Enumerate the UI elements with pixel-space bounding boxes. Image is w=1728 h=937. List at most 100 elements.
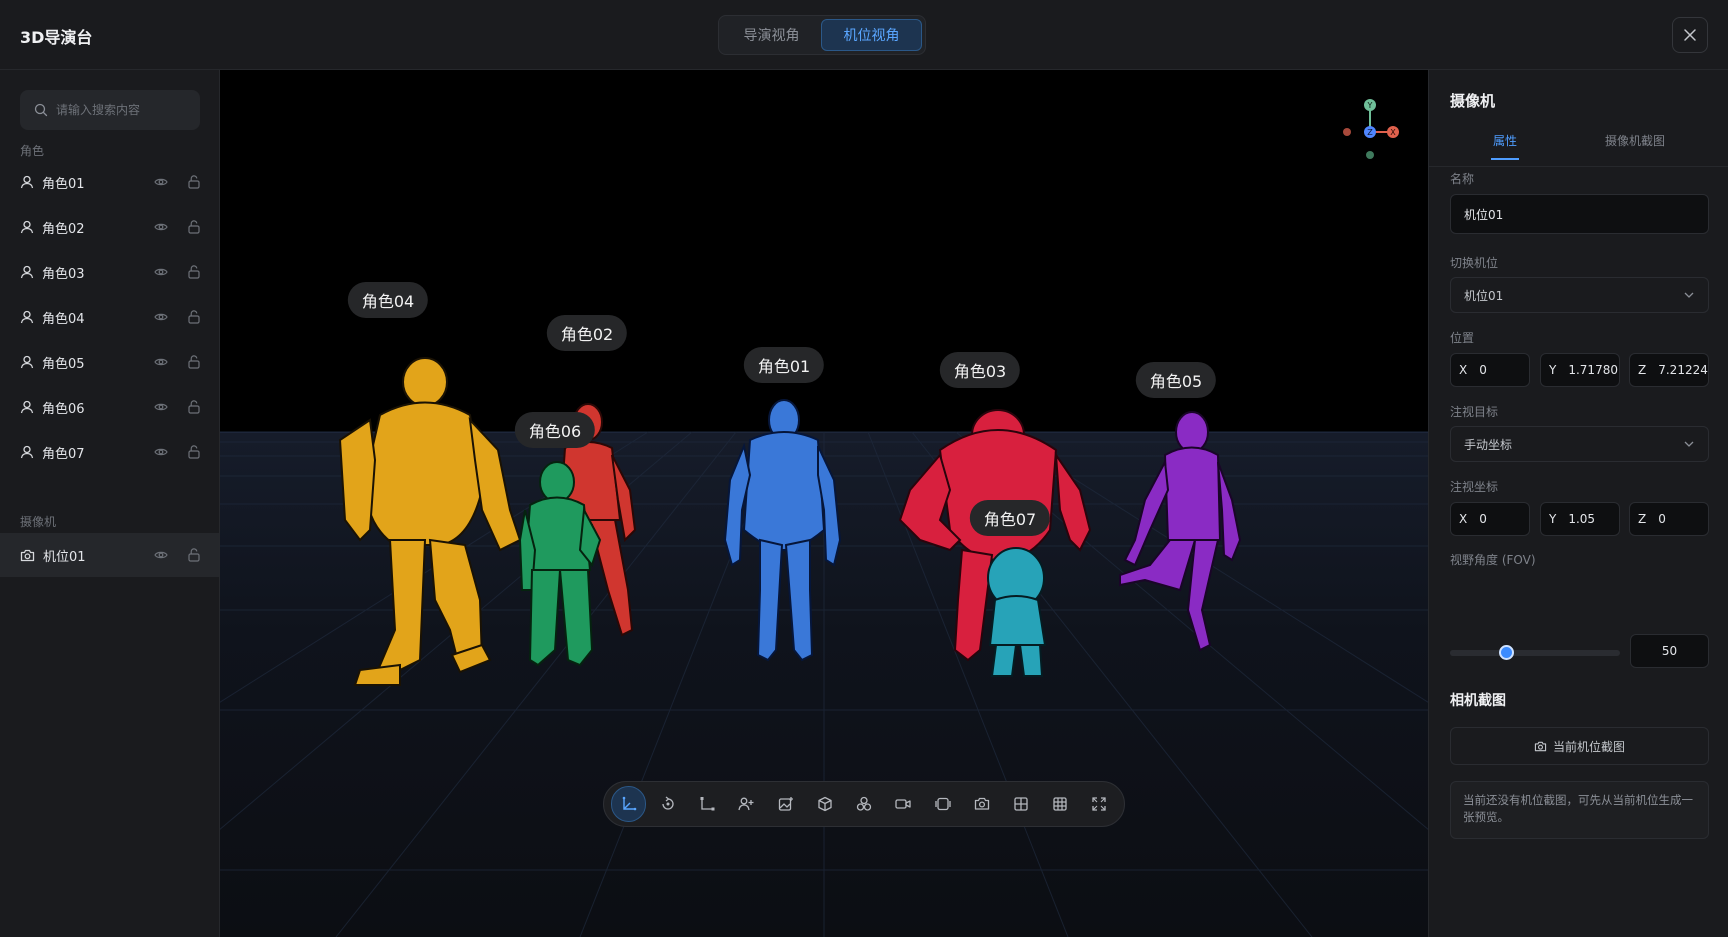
role-item-01[interactable]: 角色01 [0, 160, 219, 204]
role-label: 角色01 [42, 176, 85, 192]
switch-camera-select[interactable]: 机位01 [1450, 277, 1709, 313]
capture-snapshot-button[interactable]: 当前机位截图 [1450, 727, 1709, 765]
lock-toggle[interactable] [186, 174, 202, 190]
tool-move[interactable] [611, 786, 647, 822]
camera-item-01[interactable]: 机位01 [0, 533, 219, 577]
rotate-icon [662, 796, 674, 810]
person-icon [20, 445, 34, 459]
tab-divider [1429, 166, 1728, 167]
fov-slider-thumb[interactable] [1499, 645, 1515, 660]
name-label: 名称 [1450, 172, 1475, 186]
role-item-05[interactable]: 角色05 [0, 340, 219, 384]
top-bar: 3D导演台 导演视角 机位视角 [0, 0, 1728, 70]
position-y-field[interactable]: Y 1.71780 [1540, 353, 1620, 387]
tool-layout-grid[interactable] [1043, 786, 1078, 822]
position-x-field[interactable]: X0 [1450, 353, 1530, 387]
tool-add-image[interactable] [768, 786, 803, 822]
visibility-toggle[interactable] [153, 219, 169, 235]
fov-slider[interactable] [1450, 645, 1620, 660]
tool-fullscreen[interactable] [1082, 786, 1117, 822]
name-tag-role01: 角色01 [743, 347, 825, 383]
visibility-toggle[interactable] [153, 399, 169, 415]
3d-viewport[interactable]: 角色04 角色02 角色06 角色01 角色03 角色07 角色05 Y X Z [220, 70, 1428, 937]
look-x-value: 0 [1479, 512, 1487, 526]
look-z-field[interactable]: Z0 [1629, 502, 1709, 536]
lock-toggle[interactable] [186, 444, 202, 460]
eye-icon [154, 551, 168, 559]
tool-layout-quad[interactable] [1003, 786, 1038, 822]
tool-add-model[interactable] [807, 786, 842, 822]
frame-icon [934, 797, 951, 811]
role-item-07[interactable]: 角色07 [0, 430, 219, 474]
name-tag-role06: 角色06 [514, 412, 596, 448]
eye-icon [154, 223, 168, 231]
camera-icon [1534, 741, 1547, 751]
visibility-toggle[interactable] [153, 174, 169, 190]
lock-toggle[interactable] [186, 264, 202, 280]
role-item-03[interactable]: 角色03 [0, 250, 219, 294]
camera-name-field[interactable]: 机位01 [1450, 194, 1709, 234]
visibility-toggle[interactable] [153, 309, 169, 325]
lock-toggle[interactable] [186, 547, 202, 563]
search-input[interactable] [56, 103, 186, 117]
tab-camera-view[interactable]: 机位视角 [821, 19, 922, 51]
lock-toggle[interactable] [186, 309, 202, 325]
fov-value-field[interactable]: 50 [1630, 634, 1709, 668]
unlock-icon [188, 265, 200, 279]
tool-add-camera[interactable] [886, 786, 921, 822]
name-tag-role02: 角色02 [546, 315, 628, 351]
unlock-icon [188, 400, 200, 414]
close-button[interactable] [1672, 17, 1708, 53]
grid-3x3-icon [1053, 797, 1067, 811]
eye-icon [154, 448, 168, 456]
name-tag-role05: 角色05 [1135, 362, 1217, 398]
search-icon [34, 103, 48, 117]
tab-camera-snapshots[interactable]: 摄像机截图 [1605, 132, 1665, 149]
lock-toggle[interactable] [186, 399, 202, 415]
roles-section-label: 角色 [20, 144, 45, 158]
visibility-toggle[interactable] [153, 547, 169, 563]
position-z-field[interactable]: Z 7.21224 [1629, 353, 1709, 387]
role-item-04[interactable]: 角色04 [0, 295, 219, 339]
gizmo-y-label: Y [1367, 101, 1373, 110]
tool-scale[interactable] [690, 786, 725, 822]
unlock-icon [188, 548, 200, 562]
visibility-toggle[interactable] [153, 264, 169, 280]
role-item-02[interactable]: 角色02 [0, 205, 219, 249]
tool-add-group[interactable] [846, 786, 881, 822]
video-camera-icon [895, 799, 911, 809]
role-item-06[interactable]: 角色06 [0, 385, 219, 429]
tool-frame[interactable] [925, 786, 960, 822]
camera-label: 机位01 [43, 549, 86, 565]
fov-label: 视野角度 (FOV) [1450, 553, 1536, 567]
switch-camera-value: 机位01 [1464, 288, 1504, 303]
cube-icon [818, 796, 832, 812]
spheres-icon [856, 796, 872, 811]
tab-properties[interactable]: 属性 [1493, 132, 1517, 149]
tool-screenshot[interactable] [964, 786, 999, 822]
person-icon [20, 175, 34, 189]
role-label: 角色05 [42, 356, 85, 372]
lock-toggle[interactable] [186, 354, 202, 370]
tab-director-view[interactable]: 导演视角 [722, 19, 821, 51]
look-y-field[interactable]: Y 1.05 [1540, 502, 1620, 536]
visibility-toggle[interactable] [153, 444, 169, 460]
add-image-icon [778, 797, 793, 811]
tool-add-role[interactable] [729, 786, 764, 822]
tool-rotate[interactable] [650, 786, 685, 822]
lock-toggle[interactable] [186, 219, 202, 235]
visibility-toggle[interactable] [153, 354, 169, 370]
eye-icon [154, 268, 168, 276]
viewport-toolbar [603, 781, 1125, 827]
name-tag-role04: 角色04 [347, 282, 429, 318]
axis-gizmo[interactable]: Y X Z [1330, 92, 1410, 172]
look-y-value: 1.05 [1568, 512, 1596, 526]
unlock-icon [188, 220, 200, 234]
look-x-field[interactable]: X0 [1450, 502, 1530, 536]
look-target-select[interactable]: 手动坐标 [1450, 426, 1709, 462]
eye-icon [154, 178, 168, 186]
person-icon [20, 220, 34, 234]
search-box[interactable] [20, 90, 200, 130]
fullscreen-icon [1092, 797, 1107, 811]
panel-title: 摄像机 [1450, 92, 1496, 110]
